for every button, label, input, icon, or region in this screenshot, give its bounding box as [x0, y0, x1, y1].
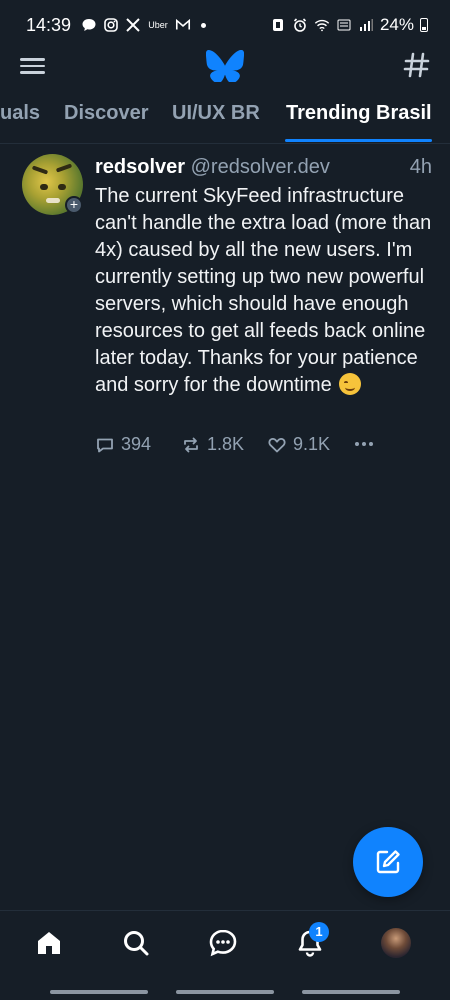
home-icon[interactable]	[31, 925, 67, 961]
post-handle[interactable]: @redsolver.dev	[191, 156, 330, 178]
instagram-icon	[103, 17, 119, 33]
reply-count: 394	[121, 434, 152, 454]
wifi-icon	[314, 17, 330, 33]
avatar	[381, 928, 411, 958]
more-horizontal-icon	[355, 442, 373, 446]
more-notifications-dot	[201, 22, 207, 28]
repost-count: 1.8K	[207, 434, 245, 454]
follow-plus-icon[interactable]: +	[65, 196, 83, 214]
battery-percent: 24%	[379, 15, 414, 34]
repost-button[interactable]: 1.8K	[181, 434, 244, 455]
status-left: 14:39 Uber	[26, 14, 207, 36]
bluesky-butterfly-icon[interactable]	[205, 49, 245, 84]
nfc-icon	[270, 17, 286, 33]
gesture-handle-left	[50, 990, 148, 994]
signal-icon	[358, 17, 374, 33]
battery-icon	[420, 18, 428, 32]
reply-icon	[97, 438, 113, 452]
uber-icon: Uber	[148, 20, 168, 30]
hamburger-menu-icon[interactable]	[20, 54, 48, 80]
post-author[interactable]: redsolver	[95, 156, 185, 178]
feed-tabs: uals Discover UI/UX BR Trending Brasil	[0, 96, 450, 144]
tab-discover[interactable]: Discover	[64, 102, 149, 125]
tab-trending-brasil[interactable]: Trending Brasil	[286, 102, 432, 125]
compose-button[interactable]	[353, 827, 423, 897]
post-card[interactable]: + redsolver @redsolver.dev 4h The curren…	[0, 150, 450, 470]
tab-uiux-br[interactable]: UI/UX BR	[172, 102, 260, 125]
profile-avatar[interactable]	[378, 925, 414, 961]
tab-visuals[interactable]: uals	[0, 102, 40, 125]
heart-icon	[268, 437, 286, 452]
post-header: redsolver @redsolver.dev	[95, 156, 330, 179]
like-count: 9.1K	[293, 434, 331, 454]
gesture-handle-center	[176, 990, 274, 994]
status-time: 14:39	[26, 14, 72, 35]
status-bar: 14:39 Uber 24%	[0, 0, 450, 50]
x-icon	[125, 17, 141, 33]
bottom-nav	[0, 910, 450, 978]
search-icon[interactable]	[118, 925, 154, 961]
reply-button[interactable]: 394	[95, 434, 151, 455]
post-actions: 394 1.8K 9.1K	[95, 434, 395, 460]
active-tab-indicator	[285, 139, 432, 142]
gmail-icon	[175, 17, 191, 33]
chat-icon	[81, 17, 97, 33]
chat-icon[interactable]	[205, 925, 241, 961]
notification-badge: 1	[309, 922, 329, 942]
smiling-face-emoji	[339, 373, 362, 395]
compose-icon	[376, 850, 400, 874]
post-text: The current SkyFeed infrastructure can't…	[95, 183, 440, 399]
status-right: 24%	[270, 15, 428, 35]
volte-icon	[336, 17, 352, 33]
hashtag-icon[interactable]	[402, 50, 432, 80]
like-button[interactable]: 9.1K	[267, 434, 330, 455]
repost-icon	[184, 437, 198, 452]
alarm-icon	[292, 17, 308, 33]
gesture-handle-right	[302, 990, 400, 994]
top-app-bar	[0, 49, 450, 84]
post-time: 4h	[409, 156, 432, 178]
post-text-body: The current SkyFeed infrastructure can't…	[95, 185, 432, 396]
more-options-button[interactable]	[353, 432, 375, 454]
